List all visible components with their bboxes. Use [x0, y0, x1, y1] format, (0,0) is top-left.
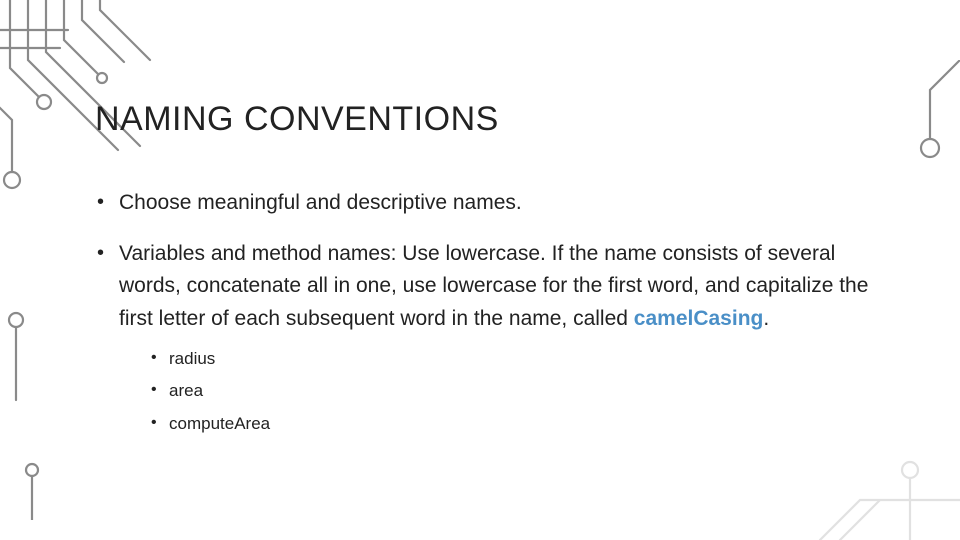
bullet-item: Variables and method names: Use lowercas… — [95, 238, 900, 441]
bullet-list: Choose meaningful and descriptive names.… — [95, 187, 900, 440]
bullet-text: Choose meaningful and descriptive names. — [119, 191, 522, 214]
bullet-text-suffix: . — [763, 307, 769, 330]
slide-content: NAMING CONVENTIONS Choose meaningful and… — [95, 100, 900, 458]
bullet-text-accent: camelCasing — [634, 307, 764, 330]
slide: NAMING CONVENTIONS Choose meaningful and… — [0, 0, 960, 540]
sub-bullet-item: radius — [149, 343, 900, 375]
sub-bullet-item: computeArea — [149, 408, 900, 440]
circuit-decoration-left — [0, 220, 60, 520]
sub-bullet-list: radius area computeArea — [149, 343, 900, 440]
bullet-item: Choose meaningful and descriptive names. — [95, 187, 900, 220]
sub-bullet-item: area — [149, 375, 900, 407]
slide-title: NAMING CONVENTIONS — [95, 100, 900, 139]
